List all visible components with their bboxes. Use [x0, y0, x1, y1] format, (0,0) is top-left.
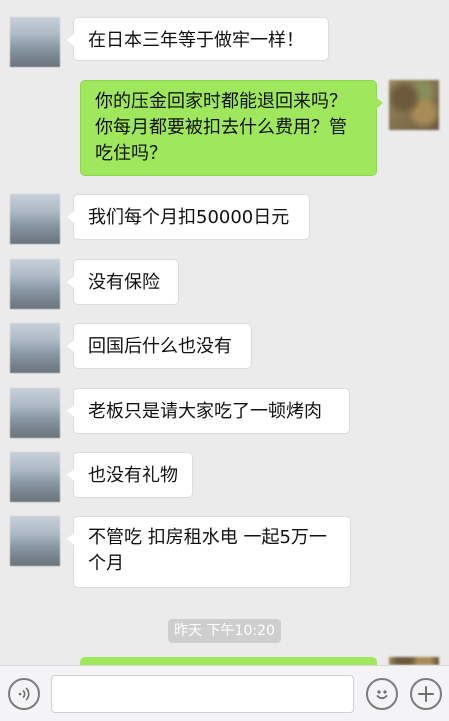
message-text: 在日本三年等于做牢一样！ [88, 30, 304, 51]
message-bubble-incoming[interactable]: 也没有礼物 [67, 452, 193, 498]
emoji-button[interactable] [366, 678, 398, 710]
message-bubble-incoming[interactable]: 没有保险 [67, 259, 179, 305]
self-avatar[interactable] [389, 80, 439, 130]
message-text: 回国后什么也没有 [88, 336, 232, 357]
message-bubble-outgoing[interactable]: 你的压金回家时都能退回来吗？ 你每月都要被扣去什么费用？管 吃住吗？ [80, 80, 383, 176]
chat-area[interactable]: 在日本三年等于做牢一样！ 你的压金回家时都能退回来吗？ 你每月都要被扣去什么费用… [0, 0, 449, 665]
message-text-line: 你的压金回家时都能退回来吗？ [95, 91, 347, 112]
message-input[interactable] [51, 675, 354, 713]
contact-avatar[interactable] [10, 516, 60, 566]
contact-avatar[interactable] [10, 259, 60, 309]
contact-avatar[interactable] [10, 194, 60, 244]
message-bubble-incoming[interactable]: 回国后什么也没有 [67, 323, 252, 369]
input-toolbar [0, 665, 449, 721]
message-text: 老板只是请大家吃了一顿烤肉 [88, 401, 322, 422]
more-button[interactable] [410, 678, 442, 710]
contact-avatar[interactable] [10, 323, 60, 373]
voice-icon [18, 687, 30, 701]
message-bubble-incoming[interactable]: 我们每个月扣50000日元 [67, 194, 310, 240]
message-text: 没有保险 [88, 272, 160, 293]
voice-button[interactable] [8, 678, 40, 710]
message-text: 我们每个月扣50000日元 [88, 207, 290, 228]
partial-outgoing-bubble [80, 657, 377, 665]
message-bubble-incoming[interactable]: 不管吃 扣房租水电 一起5万一 个月 [67, 516, 351, 588]
timestamp-pill: 昨天 下午10:20 [168, 619, 281, 643]
contact-avatar[interactable] [10, 452, 60, 502]
message-text-line: 个月 [88, 553, 124, 574]
contact-avatar[interactable] [10, 388, 60, 438]
message-text-line: 不管吃 扣房租水电 一起5万一 [88, 527, 327, 548]
message-text-line: 吃住吗？ [95, 143, 167, 164]
contact-avatar[interactable] [10, 17, 60, 67]
message-bubble-incoming[interactable]: 在日本三年等于做牢一样！ [67, 17, 329, 61]
message-text: 也没有礼物 [88, 465, 178, 486]
message-text-line: 你每月都要被扣去什么费用？管 [95, 117, 347, 138]
emoji-icon [376, 690, 388, 700]
plus-icon [418, 686, 434, 702]
message-bubble-incoming[interactable]: 老板只是请大家吃了一顿烤肉 [67, 388, 350, 434]
self-avatar-partial [389, 657, 439, 665]
